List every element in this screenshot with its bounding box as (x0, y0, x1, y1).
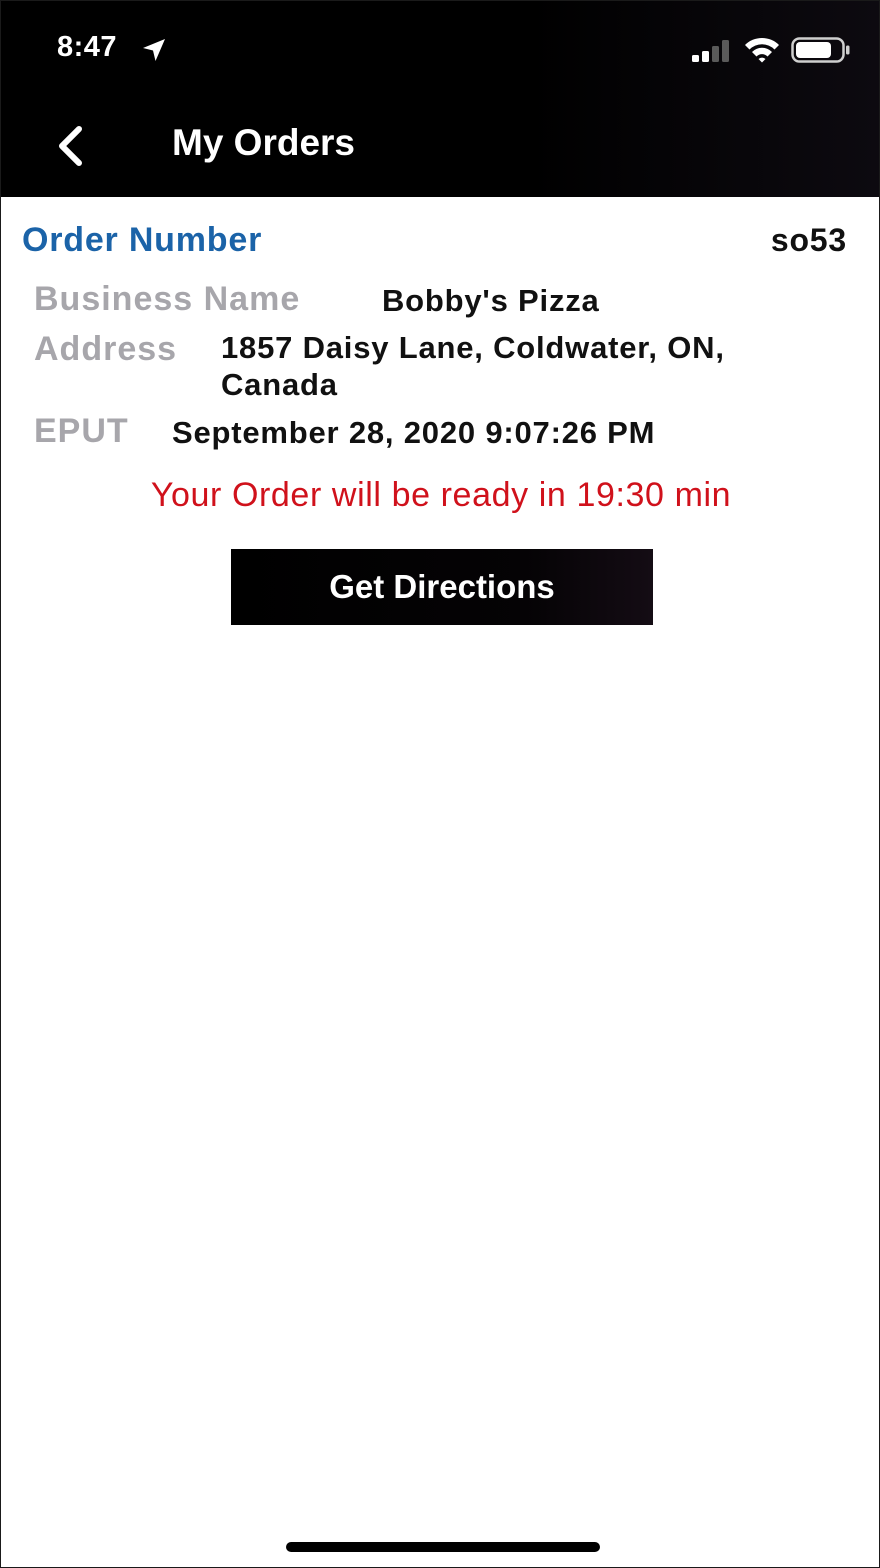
battery-icon (791, 37, 850, 63)
top-bar: 8:47 My Orders (1, 1, 879, 197)
chevron-left-icon (59, 126, 82, 166)
app-screen: 8:47 My Orders Order Number so53 Busines… (0, 0, 880, 1568)
order-ready-message: Your Order will be ready in 19:30 min (150, 476, 732, 514)
back-button[interactable] (43, 119, 97, 173)
order-number-value: so53 (770, 222, 847, 258)
status-time: 8:47 (57, 31, 118, 63)
address-label: Address (34, 330, 178, 368)
cellular-signal-icon (692, 40, 729, 62)
order-number-label: Order Number (22, 221, 263, 259)
address-value: 1857 Daisy Lane, Coldwater, ON, Canada (221, 329, 725, 403)
address-line-1: 1857 Daisy Lane, Coldwater, ON, (221, 330, 725, 365)
get-directions-button[interactable]: Get Directions (231, 549, 653, 625)
business-name-label: Business Name (34, 280, 301, 318)
business-name-value: Bobby's Pizza (382, 283, 600, 318)
home-indicator[interactable] (286, 1542, 600, 1552)
location-arrow-icon (143, 39, 165, 61)
wifi-icon (745, 37, 779, 63)
eput-value: September 28, 2020 9:07:26 PM (172, 415, 656, 450)
address-line-2: Canada (221, 367, 338, 402)
eput-label: EPUT (34, 412, 129, 450)
page-title: My Orders (172, 122, 356, 163)
